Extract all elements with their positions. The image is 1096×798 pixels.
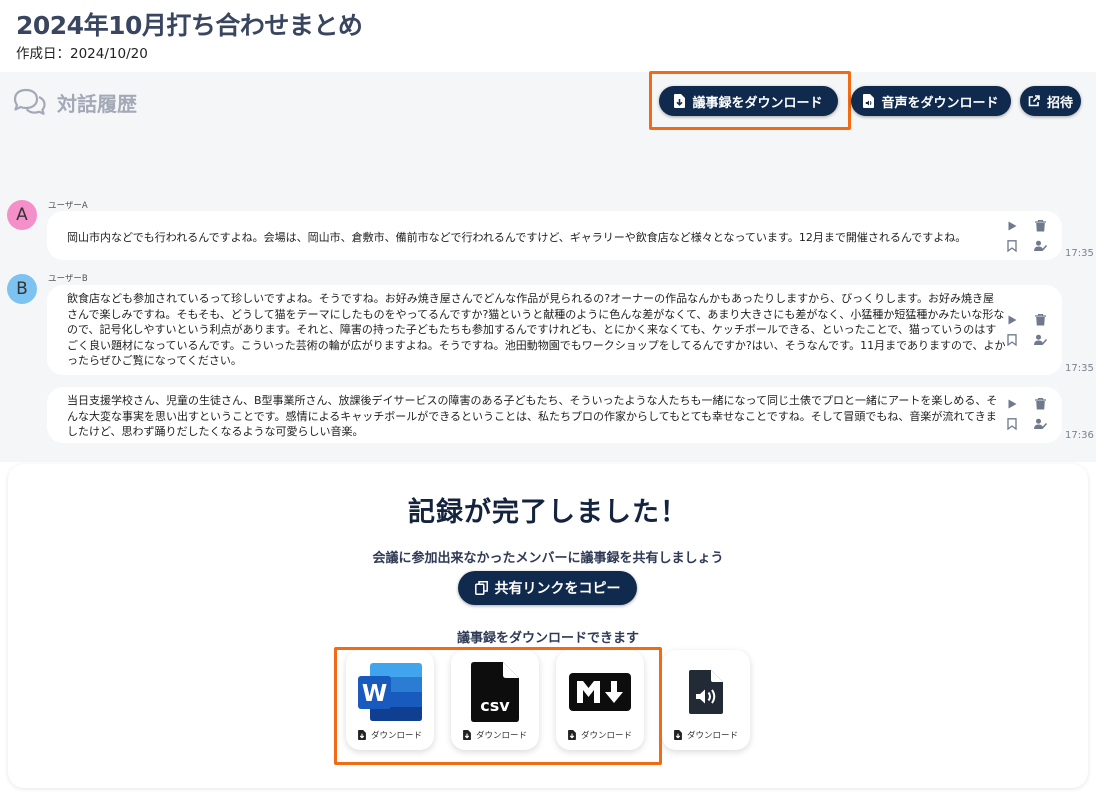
avatar: A xyxy=(7,200,37,230)
share-text: 会議に参加出来なかったメンバーに議事録を共有しましょう xyxy=(372,551,724,566)
trash-icon[interactable] xyxy=(1035,314,1046,326)
message-text: 飲食店なども参加されているって珍しいですよね。そうですね。お好み焼き屋さんでどん… xyxy=(67,291,1006,369)
copy-icon xyxy=(474,581,488,595)
play-icon[interactable] xyxy=(1006,398,1018,410)
download-label-text: ダウンロード xyxy=(686,731,738,741)
copy-share-link-button[interactable]: 共有リンクをコピー xyxy=(458,571,637,605)
copy-share-link-label: 共有リンクをコピー xyxy=(494,581,621,597)
bookmark-icon[interactable] xyxy=(1007,334,1017,346)
play-icon[interactable] xyxy=(1006,220,1018,232)
message-line: 当日支援学校さん、児童の生徒さん、B型事業所さん、放課後デイサービスの障害のある… xyxy=(67,394,998,407)
created-date: 作成日：2024/10/20 xyxy=(16,46,148,62)
file-download-icon xyxy=(674,730,682,740)
invite-label: 招待 xyxy=(1046,95,1073,111)
message-line: ごく良い題材になっているんです。こういった芸術の輪が広がりますよね。そうですね。… xyxy=(67,338,1006,352)
message-text: 当日支援学校さん、児童の生徒さん、B型事業所さん、放課後デイサービスの障害のある… xyxy=(67,393,997,440)
message-line: 飲食店なども参加されているって珍しいですよね。そうですね。お好み焼き屋さんでどん… xyxy=(67,292,994,305)
assign-speaker-icon[interactable] xyxy=(1034,418,1048,430)
invite-button[interactable]: 招待 xyxy=(1020,86,1081,116)
user-name: ユーザーA xyxy=(48,201,88,211)
download-audio-button[interactable]: 音声をダウンロード xyxy=(851,86,1011,116)
message-line: ので、記号化しやすいという利点があります。それと、障害の持った子どもたちも参加す… xyxy=(67,323,997,337)
history-title: 対話履歴 xyxy=(57,92,137,116)
download-text: 議事録をダウンロードできます xyxy=(456,631,639,646)
completion-title: 記録が完了しました！ xyxy=(408,497,688,528)
assign-speaker-icon[interactable] xyxy=(1034,240,1048,252)
highlight-downloads xyxy=(334,647,662,765)
download-label: ダウンロード xyxy=(662,729,750,741)
message-line: んな大変な事実を思い出すということです。感情によるキャッチボールができるというこ… xyxy=(67,409,997,423)
audio-file-icon xyxy=(689,670,723,714)
play-icon[interactable] xyxy=(1006,314,1018,326)
audio-file-icon xyxy=(863,94,875,108)
message-time: 17:35 xyxy=(1065,248,1094,259)
trash-icon[interactable] xyxy=(1035,220,1046,232)
message-time: 17:35 xyxy=(1065,363,1094,374)
page-title: 2024年10月打ち合わせまとめ xyxy=(16,11,363,40)
download-audio-label: 音声をダウンロード xyxy=(881,95,999,111)
message-line: 岡山市内などでも行われるんですよね。会場は、岡山市、倉敷市、備前市などで行われる… xyxy=(67,231,967,244)
bookmark-icon[interactable] xyxy=(1007,240,1017,252)
user-name: ユーザーB xyxy=(48,274,88,284)
message-line: したけど、思わず踊りだしたくなるような可愛らしい音楽。 xyxy=(67,425,364,439)
assign-speaker-icon[interactable] xyxy=(1034,334,1048,346)
message-time: 17:36 xyxy=(1065,430,1094,441)
message-text: 岡山市内などでも行われるんですよね。会場は、岡山市、倉敷市、備前市などで行われる… xyxy=(67,230,966,246)
chat-bubbles-icon xyxy=(13,88,46,115)
highlight-download-minutes xyxy=(649,71,851,130)
external-link-icon xyxy=(1028,95,1040,107)
trash-icon[interactable] xyxy=(1035,398,1046,410)
avatar: B xyxy=(7,274,37,304)
download-audio-card[interactable]: ダウンロード xyxy=(662,650,750,750)
message-line: ったらぜひご覧になってください。 xyxy=(67,354,242,368)
bookmark-icon[interactable] xyxy=(1007,418,1017,430)
message-line: さんで楽しみですね。そもそも、どうして猫をテーマにしたものをやってるんですか?猫… xyxy=(67,307,1005,321)
